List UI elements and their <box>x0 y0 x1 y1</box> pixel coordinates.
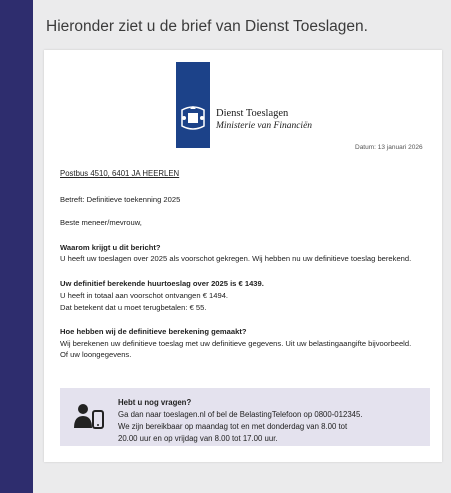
paragraph-line: U heeft in totaal aan voorschot ontvange… <box>60 291 229 300</box>
info-line: 20.00 uur en op vrijdag van 8.00 tot 17.… <box>118 434 278 443</box>
paragraph-line: U heeft uw toeslagen over 2025 als voors… <box>60 254 412 263</box>
ministry-name: Ministerie van Financiën <box>216 121 313 131</box>
paragraph-line: Of uw loongegevens. <box>60 350 132 359</box>
section-heading: Waarom krijgt u dit bericht? <box>60 243 161 252</box>
info-line: Ga dan naar toeslagen.nl of bel de Belas… <box>118 410 363 419</box>
org-name: Dienst Toeslagen <box>216 108 289 119</box>
info-line: We zijn bereikbaar op maandag tot en met… <box>118 422 348 431</box>
address: Postbus 4510, 6401 JA HEERLEN <box>60 169 180 178</box>
section-heading: Uw definitief berekende huurtoeslag over… <box>60 279 264 288</box>
section-heading: Hoe hebben wij de definitieve berekening… <box>60 327 247 336</box>
paragraph-line: Wij berekenen uw definitieve toeslag met… <box>60 339 412 348</box>
subject-line: Betreft: Definitieve toekenning 2025 <box>60 195 181 204</box>
intro-text: Hieronder ziet u de brief van Dienst Toe… <box>46 18 368 35</box>
crest-icon <box>181 106 205 130</box>
salutation: Beste meneer/mevrouw, <box>60 218 142 227</box>
info-title: Hebt u nog vragen? <box>118 398 192 407</box>
letter-date: Datum: 13 januari 2026 <box>355 144 423 151</box>
person-phone-icon <box>74 404 104 429</box>
paragraph-line: Dat betekent dat u moet terugbetalen: € … <box>60 303 207 312</box>
